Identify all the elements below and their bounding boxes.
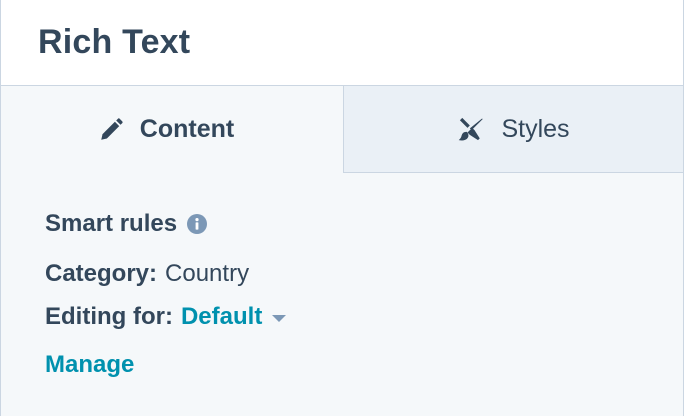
- tab-styles[interactable]: Styles: [343, 86, 683, 173]
- smart-rules-heading: Smart rules: [45, 207, 683, 241]
- category-row: Category: Country: [45, 257, 683, 291]
- category-value: Country: [165, 260, 250, 287]
- editing-for-value: Default: [180, 303, 263, 330]
- tab-styles-label: Styles: [501, 114, 570, 143]
- category-label: Category:: [45, 260, 158, 287]
- info-icon[interactable]: [187, 214, 208, 234]
- rich-text-panel: Rich Text Content Styles Smart rules Cat…: [0, 0, 684, 416]
- caret-down-icon: [272, 314, 287, 322]
- tab-bar: Content Styles: [1, 86, 683, 173]
- page-title: Rich Text: [38, 23, 191, 61]
- content-body: Smart rules Category: Country Editing fo…: [1, 173, 683, 379]
- tab-content[interactable]: Content: [1, 86, 343, 173]
- editing-for-dropdown[interactable]: Default: [180, 303, 287, 331]
- pencil-icon: [98, 117, 124, 143]
- brush-icon: [457, 115, 485, 143]
- editing-for-label: Editing for:: [45, 303, 173, 330]
- manage-link[interactable]: Manage: [45, 351, 134, 379]
- tab-content-label: Content: [139, 115, 235, 143]
- editing-for-row: Editing for: Default: [45, 300, 683, 334]
- smart-rules-label: Smart rules: [45, 210, 178, 237]
- panel-header: Rich Text: [1, 0, 683, 86]
